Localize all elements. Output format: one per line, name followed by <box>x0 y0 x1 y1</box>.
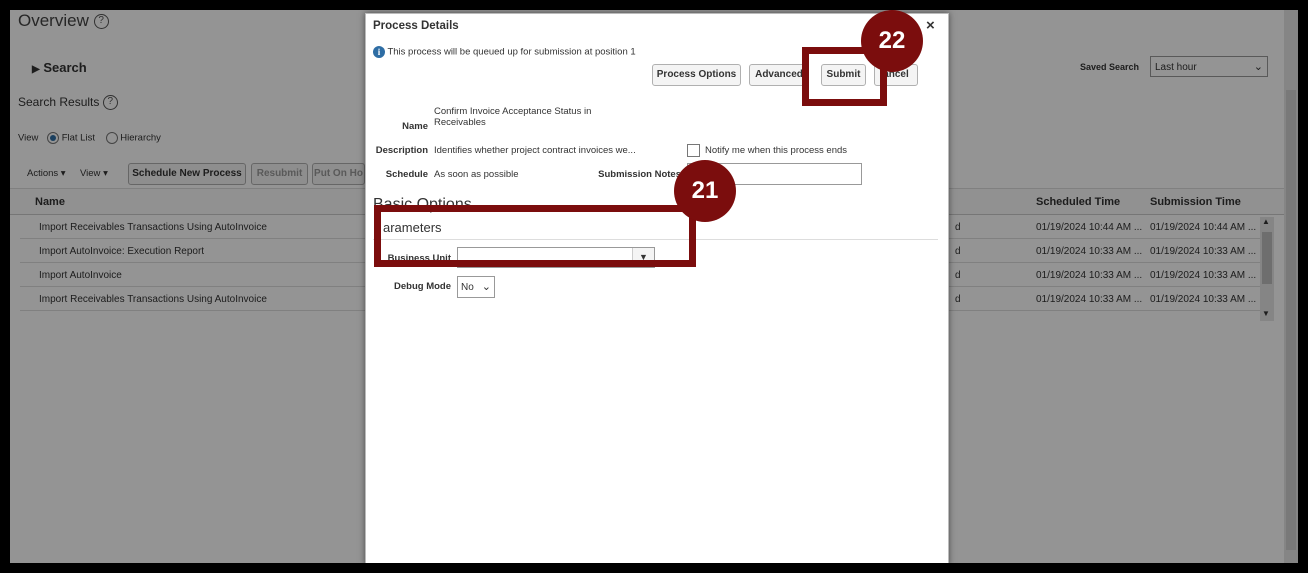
name-label: Name <box>402 121 428 132</box>
notify-label: Notify me when this process ends <box>705 145 848 156</box>
name-value-line2: Receivables <box>434 117 486 128</box>
submission-notes-label: Submission Notes <box>598 169 681 180</box>
info-text: This process will be queued up for submi… <box>387 46 636 58</box>
debug-mode-label: Debug Mode <box>394 281 451 292</box>
chevron-down-icon: ⌄ <box>481 281 491 293</box>
process-options-button[interactable]: Process Options <box>652 64 741 86</box>
screen-frame: Overview ? ▶ Search Saved Search Last ho… <box>10 10 1298 563</box>
step-21-badge: 21 <box>674 160 736 222</box>
advanced-button[interactable]: Advanced <box>749 64 809 86</box>
notify-checkbox[interactable] <box>687 144 700 157</box>
dialog-title: Process Details <box>373 20 459 32</box>
info-icon: i <box>373 46 385 58</box>
info-message: i This process will be queued up for sub… <box>373 46 636 58</box>
debug-mode-select[interactable]: No ⌄ <box>457 276 495 298</box>
close-icon[interactable]: × <box>926 17 935 34</box>
schedule-value: As soon as possible <box>434 169 519 180</box>
debug-mode-value: No <box>461 282 474 293</box>
description-label: Description <box>375 145 428 156</box>
name-value-line1: Confirm Invoice Acceptance Status in <box>434 106 592 117</box>
highlight-box-business-unit <box>374 205 696 267</box>
step-22-badge: 22 <box>861 10 923 72</box>
description-value: Identifies whether project contract invo… <box>434 145 636 156</box>
schedule-label: Schedule <box>385 169 428 180</box>
